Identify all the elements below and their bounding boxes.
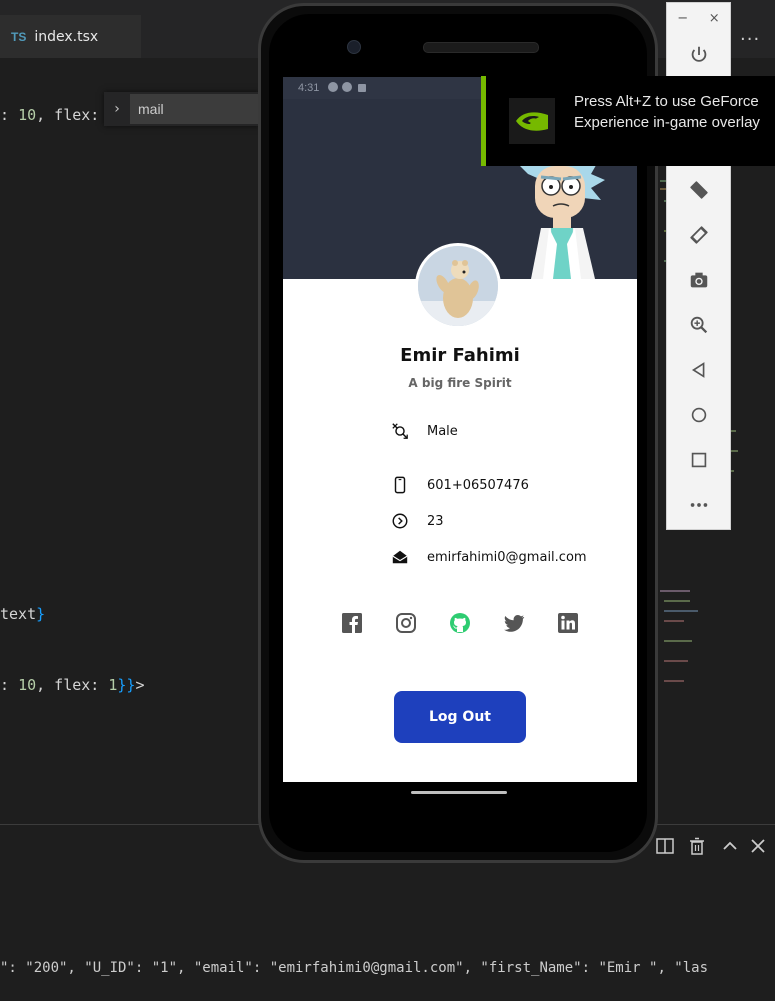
- profile-name: Emir Fahimi: [400, 345, 520, 366]
- tab-index-tsx[interactable]: TS index.tsx: [0, 15, 141, 58]
- gender-row: Male: [391, 421, 631, 441]
- status-time: 4:31: [298, 82, 320, 94]
- chevron-right-icon[interactable]: ›: [104, 101, 130, 117]
- rotate-left-icon[interactable]: [667, 167, 730, 212]
- logout-button[interactable]: Log Out: [394, 691, 526, 743]
- speaker-grille: [423, 42, 539, 53]
- home-icon[interactable]: [667, 392, 730, 437]
- find-input[interactable]: mail: [130, 94, 258, 124]
- chevron-circle-right-icon: [391, 511, 427, 531]
- power-icon[interactable]: [667, 32, 730, 77]
- code-line: : 10, flex: 1}}>: [0, 676, 145, 694]
- gender-icon: [391, 421, 427, 441]
- zoom-icon[interactable]: [667, 302, 730, 347]
- close-panel-icon[interactable]: [748, 836, 768, 861]
- back-icon[interactable]: [667, 347, 730, 392]
- code-line: text}: [0, 605, 46, 623]
- close-icon[interactable]: ×: [709, 11, 720, 26]
- geforce-overlay-notification: Press Alt+Z to use GeForce Experience in…: [481, 76, 775, 166]
- email-value: emirfahimi0@gmail.com: [427, 549, 587, 565]
- age-row: 23: [391, 511, 631, 531]
- overview-icon[interactable]: [667, 437, 730, 482]
- twitter-icon[interactable]: [503, 612, 525, 634]
- front-camera: [347, 40, 361, 54]
- polar-bear-image: [418, 246, 498, 326]
- github-icon[interactable]: [449, 612, 471, 634]
- envelope-open-icon: [391, 547, 427, 567]
- age-value: 23: [427, 513, 444, 529]
- more-actions-icon[interactable]: ...: [740, 24, 760, 45]
- profile-tagline: A big fire Spirit: [408, 376, 512, 390]
- emulator-window-controls: − ×: [667, 11, 730, 26]
- overlay-message: Press Alt+Z to use GeForce Experience in…: [574, 93, 760, 131]
- more-icon[interactable]: [667, 482, 730, 527]
- tab-label: index.tsx: [34, 28, 99, 45]
- facebook-icon[interactable]: [341, 612, 363, 634]
- instagram-icon[interactable]: [395, 612, 417, 634]
- phone-value: 601+06507476: [427, 477, 529, 493]
- trash-icon[interactable]: [687, 836, 707, 861]
- split-terminal-icon[interactable]: [655, 836, 675, 861]
- find-widget: › mail: [104, 92, 259, 126]
- rotate-right-icon[interactable]: [667, 212, 730, 257]
- minimize-icon[interactable]: −: [677, 11, 688, 26]
- phone-screen: 4:31 Emir Fahimi A big fire Spirit Male …: [283, 77, 637, 782]
- mobile-phone-icon: [391, 475, 427, 495]
- social-links: [341, 612, 579, 634]
- camera-icon[interactable]: [667, 257, 730, 302]
- gender-value: Male: [427, 423, 458, 439]
- phone-row: 601+06507476: [391, 475, 631, 495]
- typescript-file-icon: TS: [11, 29, 27, 44]
- terminal-output: ": "200", "U_ID": "1", "email": "emirfah…: [0, 960, 709, 976]
- chevron-up-icon[interactable]: [720, 836, 740, 861]
- email-row: emirfahimi0@gmail.com: [391, 547, 631, 567]
- status-notification-icons: [327, 81, 373, 96]
- code-line: : 10, flex:: [0, 106, 100, 124]
- linkedin-icon[interactable]: [557, 612, 579, 634]
- gesture-home-indicator[interactable]: [411, 791, 507, 794]
- nvidia-logo-icon: [509, 98, 555, 144]
- avatar[interactable]: [415, 243, 501, 329]
